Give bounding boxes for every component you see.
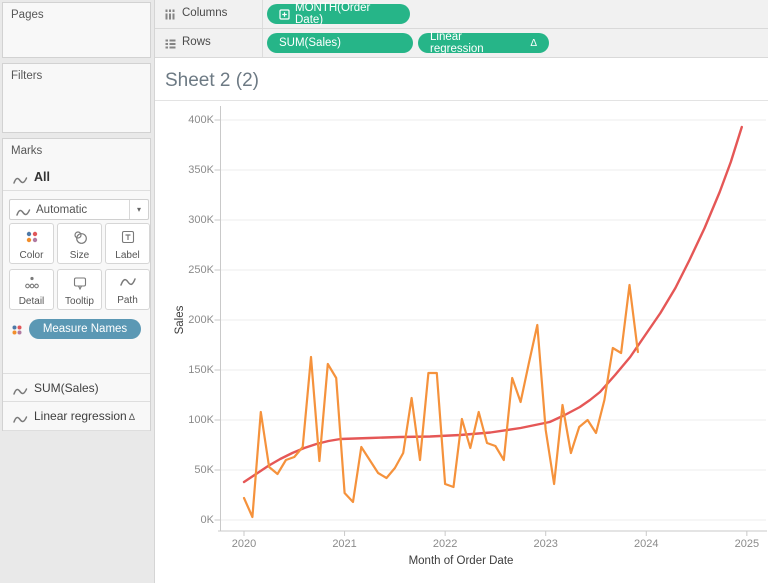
button-label: Color bbox=[19, 250, 44, 261]
columns-shelf-label: Columns bbox=[182, 7, 228, 19]
pages-label: Pages bbox=[11, 9, 44, 21]
y-tick-label: 100K bbox=[188, 413, 214, 426]
y-axis-title: Sales bbox=[174, 305, 186, 335]
chart-canvas[interactable] bbox=[155, 58, 768, 583]
grid-plus-icon bbox=[279, 8, 290, 20]
layer-label: SUM(Sales) bbox=[34, 381, 99, 395]
rows-shelf[interactable]: Rows SUM(Sales) Linear regression Δ bbox=[155, 29, 768, 58]
rows-pill-tray: SUM(Sales) Linear regression Δ bbox=[267, 31, 549, 55]
mark-type-dropdown[interactable]: Automatic ▾ bbox=[9, 199, 149, 220]
marks-layer-all[interactable]: All bbox=[3, 165, 150, 191]
size-icon bbox=[72, 229, 88, 250]
mark-property-buttons: Color Size Label Detail Tooltip Path bbox=[9, 223, 150, 310]
pill-label: SUM(Sales) bbox=[279, 37, 341, 49]
line-mark-icon bbox=[16, 205, 31, 223]
delta-badge: Δ bbox=[530, 37, 537, 49]
y-tick-label: 300K bbox=[188, 213, 214, 226]
x-axis-title: Month of Order Date bbox=[408, 555, 514, 567]
y-tick-label: 350K bbox=[188, 163, 214, 176]
path-button[interactable]: Path bbox=[105, 269, 150, 310]
shelf-divider bbox=[262, 29, 263, 57]
marks-layer-sum-sales[interactable]: SUM(Sales) bbox=[3, 373, 150, 402]
x-tick-label: 2023 bbox=[533, 538, 558, 550]
measure-names-pill[interactable]: Measure Names bbox=[29, 319, 141, 339]
path-icon bbox=[119, 275, 136, 293]
button-label: Size bbox=[69, 250, 90, 261]
shelf-divider bbox=[262, 0, 263, 28]
measure-names-row: Measure Names bbox=[3, 319, 150, 340]
layer-label: Linear regression Δ bbox=[34, 409, 136, 423]
button-label: Tooltip bbox=[65, 296, 94, 307]
y-tick-label: 400K bbox=[188, 113, 214, 126]
color-icon bbox=[24, 229, 40, 250]
chevron-down-icon[interactable]: ▾ bbox=[129, 200, 148, 219]
field-pill[interactable]: Linear regression Δ bbox=[418, 31, 549, 55]
label-icon bbox=[120, 229, 136, 250]
marks-card: Marks All Automatic ▾ Color Size Label Deta… bbox=[2, 138, 151, 431]
button-label: Detail bbox=[18, 296, 45, 307]
field-pill[interactable]: SUM(Sales) bbox=[267, 33, 413, 53]
color-legend-icon bbox=[11, 323, 23, 341]
filters-label: Filters bbox=[11, 70, 43, 82]
x-tick-label: 2025 bbox=[734, 538, 760, 550]
pages-shelf[interactable]: Pages bbox=[2, 2, 151, 58]
columns-icon bbox=[164, 8, 176, 26]
x-tick-label: 2021 bbox=[332, 538, 357, 550]
line-mark-icon bbox=[13, 173, 28, 191]
detail-icon bbox=[24, 275, 40, 296]
trend-line-linear-regression[interactable] bbox=[242, 125, 743, 484]
rows-icon bbox=[164, 37, 177, 55]
line-mark-icon bbox=[13, 384, 28, 402]
detail-button[interactable]: Detail bbox=[9, 269, 54, 310]
marks-all-label: All bbox=[34, 170, 50, 184]
delta-badge: Δ bbox=[128, 412, 136, 423]
sidebar: Pages Filters Marks All Automatic ▾ Colo… bbox=[0, 0, 155, 583]
columns-shelf[interactable]: Columns MONTH(Order Date) bbox=[155, 0, 768, 29]
y-tick-label: 50K bbox=[194, 463, 214, 476]
button-label: Path bbox=[117, 295, 138, 306]
y-tick-label: 250K bbox=[188, 263, 214, 276]
tooltip-button[interactable]: Tooltip bbox=[57, 269, 102, 310]
color-button[interactable]: Color bbox=[9, 223, 54, 264]
tableau-window: Pages Filters Marks All Automatic ▾ Colo… bbox=[0, 0, 768, 583]
columns-pill-tray: MONTH(Order Date) bbox=[267, 2, 410, 26]
marks-layer-linear-regression[interactable]: Linear regression Δ bbox=[3, 402, 150, 431]
x-tick-label: 2024 bbox=[634, 538, 659, 550]
filters-shelf[interactable]: Filters bbox=[2, 63, 151, 133]
worksheet-view: Sheet 2 (2) 0K 50K 100K 150K 200K 250K 300K 350… bbox=[155, 58, 768, 583]
y-tick-label: 150K bbox=[188, 363, 214, 376]
label-button[interactable]: Label bbox=[105, 223, 150, 264]
size-button[interactable]: Size bbox=[57, 223, 102, 264]
marks-label: Marks bbox=[11, 145, 43, 157]
rows-shelf-label: Rows bbox=[182, 36, 211, 48]
button-label: Label bbox=[115, 250, 140, 261]
x-tick-label: 2020 bbox=[231, 538, 257, 550]
field-pill[interactable]: MONTH(Order Date) bbox=[267, 2, 410, 26]
tooltip-icon bbox=[72, 275, 88, 296]
x-tick-label: 2022 bbox=[432, 538, 458, 550]
pill-label: MONTH(Order Date) bbox=[295, 2, 371, 26]
y-tick-label: 0K bbox=[200, 513, 214, 526]
pill-label: Linear regression bbox=[430, 31, 484, 55]
mark-type-value: Automatic bbox=[36, 204, 88, 216]
line-mark-icon bbox=[13, 412, 28, 430]
